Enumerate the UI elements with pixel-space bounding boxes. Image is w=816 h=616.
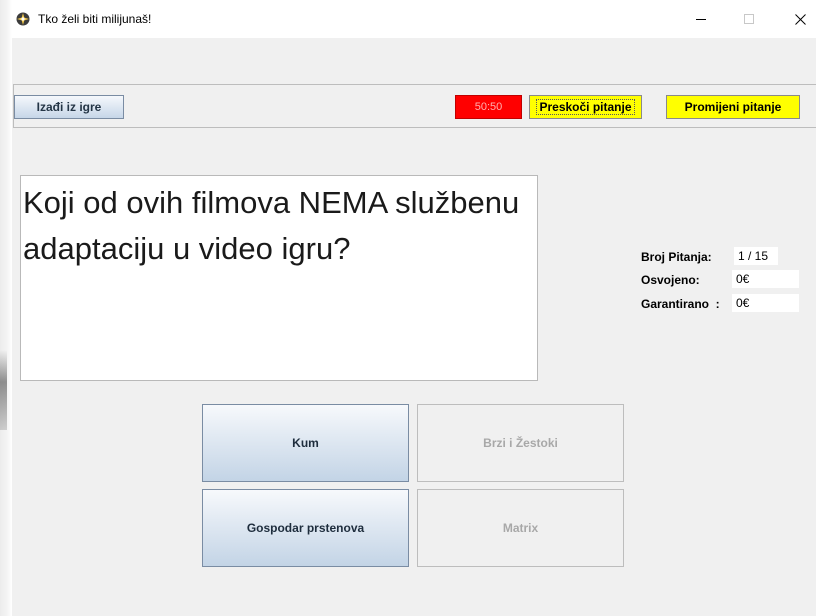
answer-b-button: Brzi i Žestoki	[417, 404, 624, 482]
fifty-fifty-button[interactable]: 50:50	[455, 95, 522, 119]
close-icon	[794, 13, 806, 25]
skip-question-label: Preskoči pitanje	[536, 99, 635, 115]
game-window: Tko želi biti milijunaš! Izađi iz igre 5…	[12, 0, 816, 616]
guaranteed-field: 0€	[732, 294, 799, 312]
skip-question-button[interactable]: Preskoči pitanje	[529, 95, 642, 119]
background-window-edge	[0, 0, 12, 616]
maximize-button	[734, 8, 764, 30]
answer-d-button: Matrix	[417, 489, 624, 567]
guaranteed-label: Garantirano :	[641, 297, 720, 311]
close-button[interactable]	[785, 8, 815, 30]
question-count-label: Broj Pitanja:	[641, 250, 712, 264]
answer-a-button[interactable]: Kum	[202, 404, 409, 482]
won-field: 0€	[732, 270, 799, 288]
maximize-icon	[744, 14, 754, 24]
won-label: Osvojeno:	[641, 273, 700, 287]
app-icon	[16, 12, 30, 26]
question-count-field: 1 / 15	[734, 247, 778, 265]
exit-game-button[interactable]: Izađi iz igre	[14, 95, 124, 119]
question-text: Koji od ovih filmova NEMA službenu adapt…	[20, 175, 538, 381]
minimize-button[interactable]	[686, 8, 716, 30]
title-bar: Tko želi biti milijunaš!	[12, 0, 816, 38]
minimize-icon	[696, 19, 706, 20]
lifeline-toolbar: Izađi iz igre 50:50 Preskoči pitanje Pro…	[13, 84, 816, 128]
background-shadow	[0, 350, 7, 430]
change-question-button[interactable]: Promijeni pitanje	[666, 95, 800, 119]
answer-c-button[interactable]: Gospodar prstenova	[202, 489, 409, 567]
window-title: Tko želi biti milijunaš!	[38, 12, 152, 26]
